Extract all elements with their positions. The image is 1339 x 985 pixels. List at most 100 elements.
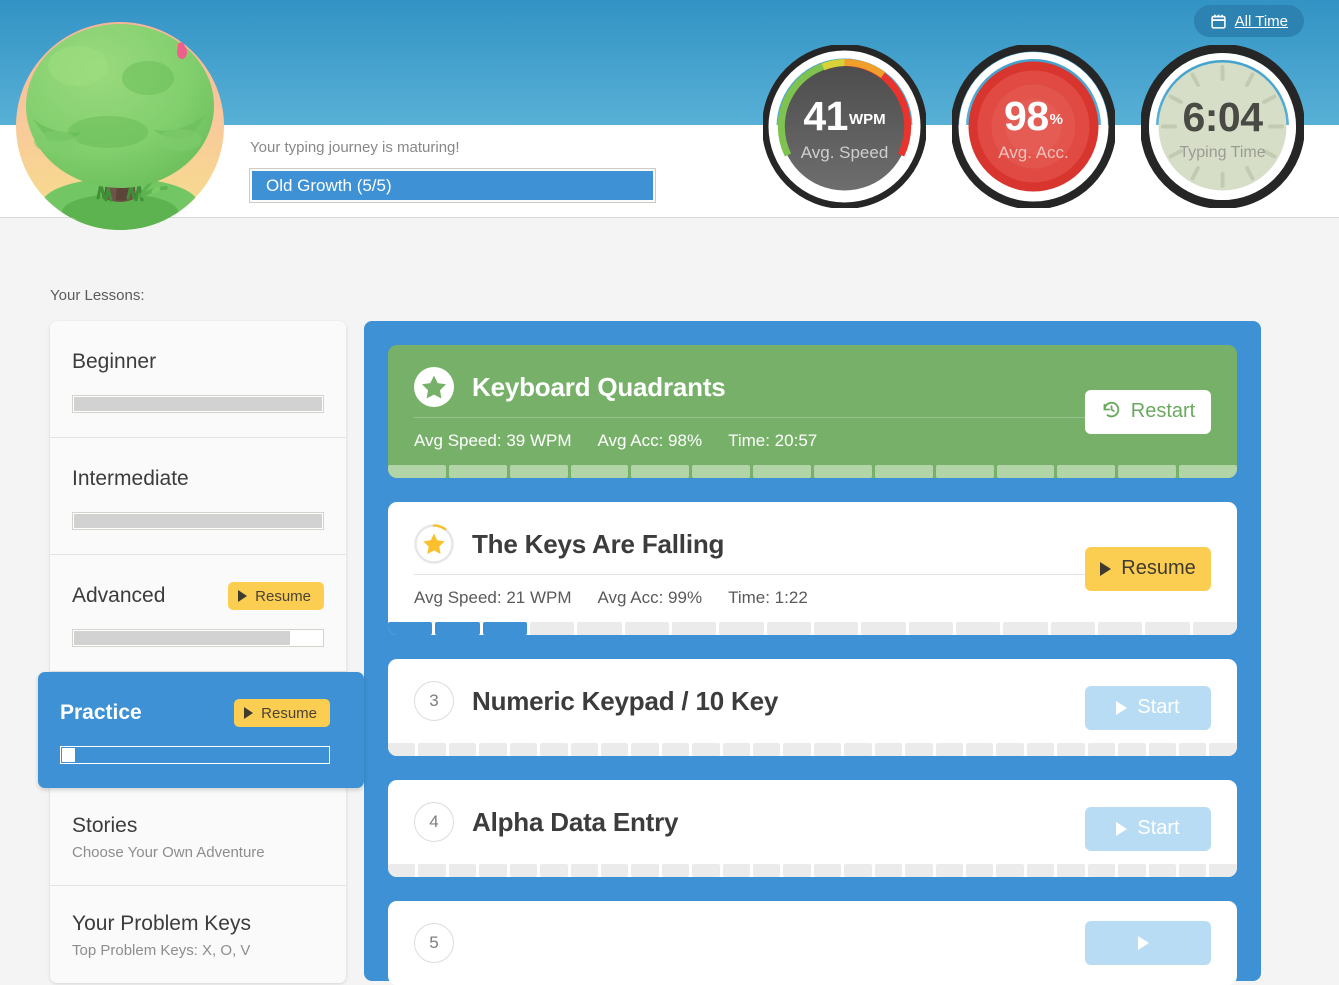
segment xyxy=(1026,864,1055,877)
segment xyxy=(570,743,598,756)
stats-gauges: 41WPM Avg. Speed 98% Avg. Acc. 6:04 Typi… xyxy=(762,43,1305,210)
segment xyxy=(448,743,477,756)
lessons-heading: Your Lessons: xyxy=(50,287,145,304)
sidebar-item-label: Your Problem Keys xyxy=(72,912,251,935)
lesson-progress-segments xyxy=(388,864,1237,877)
stat-label-accuracy: Avg. Acc. xyxy=(998,143,1069,162)
sidebar-item-advanced[interactable]: Advanced Resume xyxy=(50,555,346,672)
segment xyxy=(1118,743,1146,756)
play-icon xyxy=(1137,936,1149,950)
segment xyxy=(509,743,538,756)
segment xyxy=(1097,622,1143,635)
lesson-action-wrap: Start xyxy=(1085,806,1211,851)
star-filled-icon xyxy=(414,367,454,407)
sidebar-resume-label: Resume xyxy=(255,587,311,605)
sidebar-item-label: Practice xyxy=(60,701,142,724)
segment xyxy=(1209,864,1237,877)
stat-value-speed: 41 xyxy=(803,93,848,139)
resume-button[interactable]: Resume xyxy=(1085,546,1211,591)
segment xyxy=(935,864,964,877)
lesson-stat-accuracy: Avg Acc: 98% xyxy=(597,431,703,450)
segment xyxy=(1026,743,1055,756)
lesson-action-wrap: Resume xyxy=(1085,546,1211,591)
segment xyxy=(600,864,629,877)
segment xyxy=(935,465,994,478)
lesson-stat-time: Time: 1:22 xyxy=(728,588,808,607)
segment xyxy=(388,465,446,478)
sidebar-resume-button-practice[interactable]: Resume xyxy=(234,699,330,727)
lesson-card-numeric-keypad[interactable]: 3 Numeric Keypad / 10 Key Start xyxy=(388,659,1237,756)
lesson-card-alpha-data-entry[interactable]: 4 Alpha Data Entry Start xyxy=(388,780,1237,877)
sidebar-item-problem-keys[interactable]: Your Problem Keys Top Problem Keys: X, O… xyxy=(50,886,346,983)
segment xyxy=(719,622,764,635)
lesson-number: 4 xyxy=(414,802,454,842)
segment xyxy=(874,465,933,478)
lesson-action-wrap xyxy=(1085,921,1211,965)
segment xyxy=(570,864,598,877)
tree-old-growth-illustration xyxy=(16,22,224,230)
segment xyxy=(753,465,812,478)
play-icon xyxy=(1116,821,1128,836)
segment xyxy=(996,864,1024,877)
sidebar-item-label: Stories xyxy=(72,814,138,837)
app-header: All Time Your typing journey is maturing… xyxy=(0,0,1339,230)
play-icon xyxy=(1116,700,1128,715)
segment xyxy=(813,622,859,635)
date-range-filter-button[interactable]: All Time xyxy=(1193,5,1304,37)
stat-value-typing-time: 6:04 xyxy=(1182,94,1263,140)
lesson-card-keyboard-quadrants[interactable]: Keyboard Quadrants Avg Speed: 39 WPM Avg… xyxy=(388,345,1237,478)
start-button[interactable]: Start xyxy=(1085,806,1211,851)
sidebar-item-practice[interactable]: Practice Resume xyxy=(38,672,364,788)
sidebar-progress-bar xyxy=(60,746,330,764)
stat-label-typing-time: Typing Time xyxy=(1179,144,1266,161)
segment xyxy=(1179,465,1237,478)
sidebar-resume-button-advanced[interactable]: Resume xyxy=(228,582,324,610)
lesson-card-next[interactable]: 5 xyxy=(388,901,1237,985)
segment xyxy=(388,864,416,877)
sidebar-progress-fill xyxy=(74,631,290,645)
segment xyxy=(861,622,906,635)
segment xyxy=(661,864,690,877)
lesson-stat-time: Time: 20:57 xyxy=(728,431,818,450)
stat-label-speed: Avg. Speed xyxy=(800,143,889,162)
lesson-title: The Keys Are Falling xyxy=(472,528,725,559)
stat-unit-speed: WPM xyxy=(848,110,886,128)
start-button[interactable] xyxy=(1085,921,1211,965)
segment xyxy=(1192,622,1237,635)
segment xyxy=(966,864,994,877)
segment xyxy=(631,743,659,756)
segment xyxy=(813,743,842,756)
lesson-number-badge: 4 xyxy=(414,802,454,842)
segment xyxy=(722,864,751,877)
sidebar-item-beginner[interactable]: Beginner xyxy=(50,321,346,438)
history-clock-icon xyxy=(1101,399,1122,425)
sidebar-progress-bar xyxy=(72,512,324,530)
segment xyxy=(874,864,903,877)
segment xyxy=(1118,465,1177,478)
segment xyxy=(388,622,433,635)
star-progress-icon xyxy=(414,524,454,564)
segment xyxy=(753,864,781,877)
restart-button[interactable]: Restart xyxy=(1085,389,1211,434)
segment xyxy=(418,864,446,877)
segment xyxy=(661,743,690,756)
segment xyxy=(540,864,568,877)
sidebar-item-intermediate[interactable]: Intermediate xyxy=(50,438,346,555)
sidebar-item-stories[interactable]: Stories Choose Your Own Adventure xyxy=(50,788,346,886)
divider xyxy=(414,574,1086,575)
segment xyxy=(570,465,629,478)
lesson-list-panel: Keyboard Quadrants Avg Speed: 39 WPM Avg… xyxy=(364,321,1261,985)
lesson-card-the-keys-are-falling[interactable]: The Keys Are Falling Avg Speed: 21 WPM A… xyxy=(388,502,1237,635)
segment xyxy=(1178,864,1207,877)
segment xyxy=(631,465,690,478)
segment xyxy=(1148,864,1176,877)
lesson-number-badge: 5 xyxy=(414,923,454,963)
lesson-action-wrap: Restart xyxy=(1085,389,1211,434)
lesson-title: Alpha Data Entry xyxy=(472,806,679,837)
play-icon xyxy=(238,590,248,602)
segment xyxy=(448,465,507,478)
segment xyxy=(753,743,781,756)
segment xyxy=(955,622,1001,635)
start-button[interactable]: Start xyxy=(1085,685,1211,730)
segment xyxy=(1057,465,1116,478)
